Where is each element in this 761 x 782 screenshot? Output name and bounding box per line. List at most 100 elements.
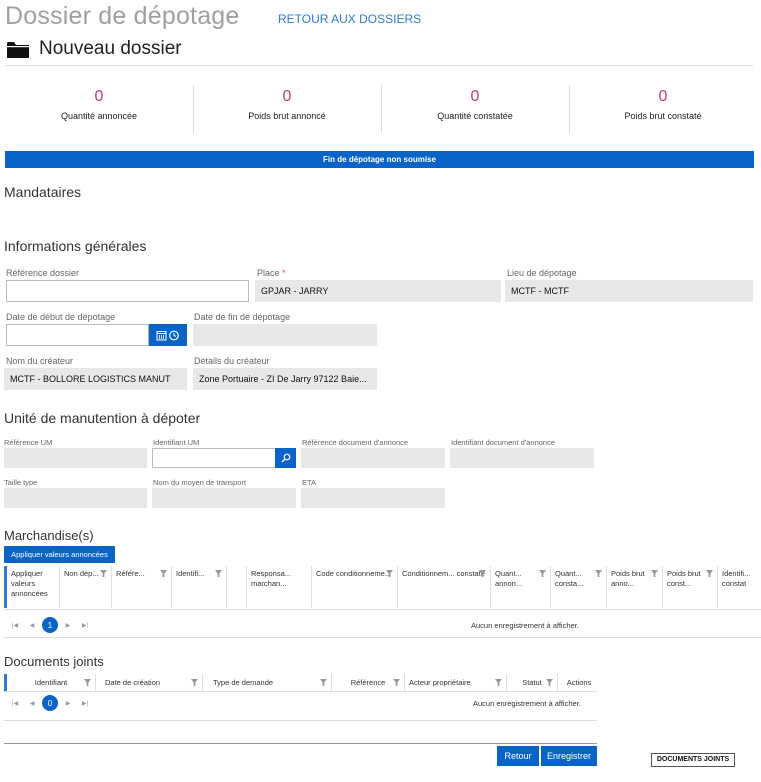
col-reference[interactable]: Référe...: [112, 566, 172, 608]
stat-label: Quantité annoncée: [60, 111, 138, 121]
stat-label: Poids brut constaté: [624, 111, 702, 121]
last-page-icon[interactable]: ▶|: [78, 696, 92, 710]
filter-icon[interactable]: [393, 679, 400, 686]
datetime-picker-button[interactable]: [149, 324, 187, 346]
footer-divider: [4, 743, 597, 744]
date-fin-label: Date de fin de dépotage: [194, 312, 291, 322]
filter-icon[interactable]: [386, 570, 393, 577]
col-label: Conditionnem... constaté: [402, 569, 485, 578]
col-non-depote[interactable]: Non dép...: [60, 566, 112, 608]
col-label: Date de création: [105, 678, 161, 687]
col-label: Identifi...: [176, 569, 205, 578]
marchandises-pager: |◀ ◀ 1 ▶ ▶|: [8, 617, 92, 633]
stat-quantite-annoncee: 0 Quantité annoncée: [5, 88, 193, 121]
enregistrer-button[interactable]: Enregistrer: [541, 746, 597, 766]
filter-icon[interactable]: [160, 570, 167, 577]
col-identifiant[interactable]: Identifi...: [172, 566, 227, 608]
id-doc-field: [450, 448, 594, 468]
ref-doc-label: Référence document d'annonce: [302, 438, 409, 447]
filter-icon[interactable]: [546, 679, 553, 686]
doc-col-type-demande[interactable]: Type de demande: [203, 674, 332, 691]
filter-icon[interactable]: [215, 570, 222, 577]
ref-dossier-input[interactable]: [6, 280, 249, 302]
doc-col-acteur[interactable]: Acteur propriétaire: [405, 674, 507, 691]
ref-doc-field: [301, 448, 445, 468]
first-page-icon[interactable]: |◀: [8, 696, 22, 710]
page-subtitle: Nouveau dossier: [39, 38, 182, 59]
moyen-field: [152, 488, 296, 508]
page-number[interactable]: 1: [42, 617, 58, 633]
doc-col-date-creation[interactable]: Date de création: [96, 674, 203, 691]
section-informations: Informations générales: [4, 238, 147, 254]
marchandises-grid-header: Appliquer valeurs annoncées Non dép... R…: [4, 566, 761, 608]
place-label: Place *: [257, 268, 286, 278]
search-um-button[interactable]: [275, 448, 296, 468]
doc-col-reference[interactable]: Référence: [332, 674, 405, 691]
apply-announced-values-button[interactable]: Appliquer valeurs annoncées: [4, 546, 115, 563]
eta-field: [301, 488, 445, 508]
id-um-input[interactable]: [152, 448, 276, 468]
ref-um-label: Référence UM: [4, 438, 53, 447]
createur-label: Nom du créateur: [6, 356, 74, 366]
subtitle-row: Nouveau dossier: [7, 38, 182, 60]
filter-icon[interactable]: [706, 570, 713, 577]
col-label: Acteur propriétaire: [409, 678, 471, 687]
id-um-label: Identifiant UM: [153, 438, 200, 447]
retour-button[interactable]: Retour: [497, 746, 539, 766]
grid-divider: [4, 720, 597, 721]
section-unite-manutention: Unité de manutention à dépoter: [4, 410, 201, 426]
col-identifiant-constate[interactable]: Identifi... constat: [718, 566, 761, 608]
date-debut-label: Date de début de dépotage: [6, 312, 116, 322]
section-marchandises: Marchandise(s): [4, 528, 94, 543]
place-label-text: Place: [257, 268, 280, 278]
col-quantite-annoncee[interactable]: Quant... annon...: [491, 566, 551, 608]
documents-grid-header: Identifiant Date de création Type de dem…: [4, 674, 597, 691]
col-label: Référe...: [116, 569, 145, 578]
doc-col-identifiant[interactable]: Identifiant: [7, 674, 96, 691]
stat-value: 0: [658, 88, 668, 105]
col-label: Quant... consta...: [555, 569, 584, 589]
filter-icon[interactable]: [100, 570, 107, 577]
back-to-dossiers-link[interactable]: RETOUR AUX DOSSIERS: [278, 12, 421, 26]
details-createur-field: Zone Portuaire - ZI De Jarry 97122 Baie.…: [193, 368, 377, 390]
documents-joints-tab[interactable]: DOCUMENTS JOINTS: [651, 753, 735, 767]
doc-col-actions: Actions: [566, 678, 592, 687]
first-page-icon[interactable]: |◀: [8, 618, 22, 632]
prev-page-icon[interactable]: ◀: [25, 618, 39, 632]
last-page-icon[interactable]: ▶|: [78, 618, 92, 632]
filter-icon[interactable]: [651, 570, 658, 577]
details-createur-label: Détails du créateur: [194, 356, 270, 366]
required-marker: *: [282, 268, 286, 278]
date-debut-input[interactable]: [6, 324, 149, 346]
next-page-icon[interactable]: ▶: [61, 696, 75, 710]
col-empty: [227, 566, 247, 608]
filter-icon[interactable]: [191, 679, 198, 686]
filter-icon[interactable]: [479, 570, 486, 577]
page-number[interactable]: 0: [42, 695, 58, 711]
lieu-field: MCTF - MCTF: [505, 280, 753, 302]
col-responsable[interactable]: Responsa... marchan...: [247, 566, 312, 608]
grid-divider: [4, 609, 761, 610]
date-fin-field: [193, 324, 377, 346]
filter-icon[interactable]: [595, 570, 602, 577]
grid-divider: [4, 637, 761, 638]
prev-page-icon[interactable]: ◀: [25, 696, 39, 710]
filter-icon[interactable]: [84, 679, 91, 686]
stat-label: Quantité constatée: [437, 111, 513, 121]
marchandises-no-records: Aucun enregistrement à afficher.: [471, 621, 579, 630]
filter-icon[interactable]: [495, 679, 502, 686]
doc-col-statut[interactable]: Statut: [507, 674, 558, 691]
next-page-icon[interactable]: ▶: [61, 618, 75, 632]
col-label: Quant... annon...: [495, 569, 523, 589]
filter-icon[interactable]: [539, 570, 546, 577]
documents-pager: |◀ ◀ 0 ▶ ▶|: [8, 695, 92, 711]
col-code-conditionnement[interactable]: Code conditionneme...: [312, 566, 398, 608]
col-appliquer[interactable]: Appliquer valeurs annoncées: [7, 566, 60, 608]
col-quantite-constatee[interactable]: Quant... consta...: [551, 566, 607, 608]
documents-no-records: Aucun enregistrement à afficher.: [473, 699, 581, 708]
page-title: Dossier de dépotage: [5, 2, 240, 30]
col-conditionnement-constate[interactable]: Conditionnem... constaté: [398, 566, 491, 608]
col-poids-brut-annonce[interactable]: Poids brut anno...: [607, 566, 663, 608]
col-poids-brut-constate[interactable]: Poids brut const...: [663, 566, 718, 608]
filter-icon[interactable]: [320, 679, 327, 686]
